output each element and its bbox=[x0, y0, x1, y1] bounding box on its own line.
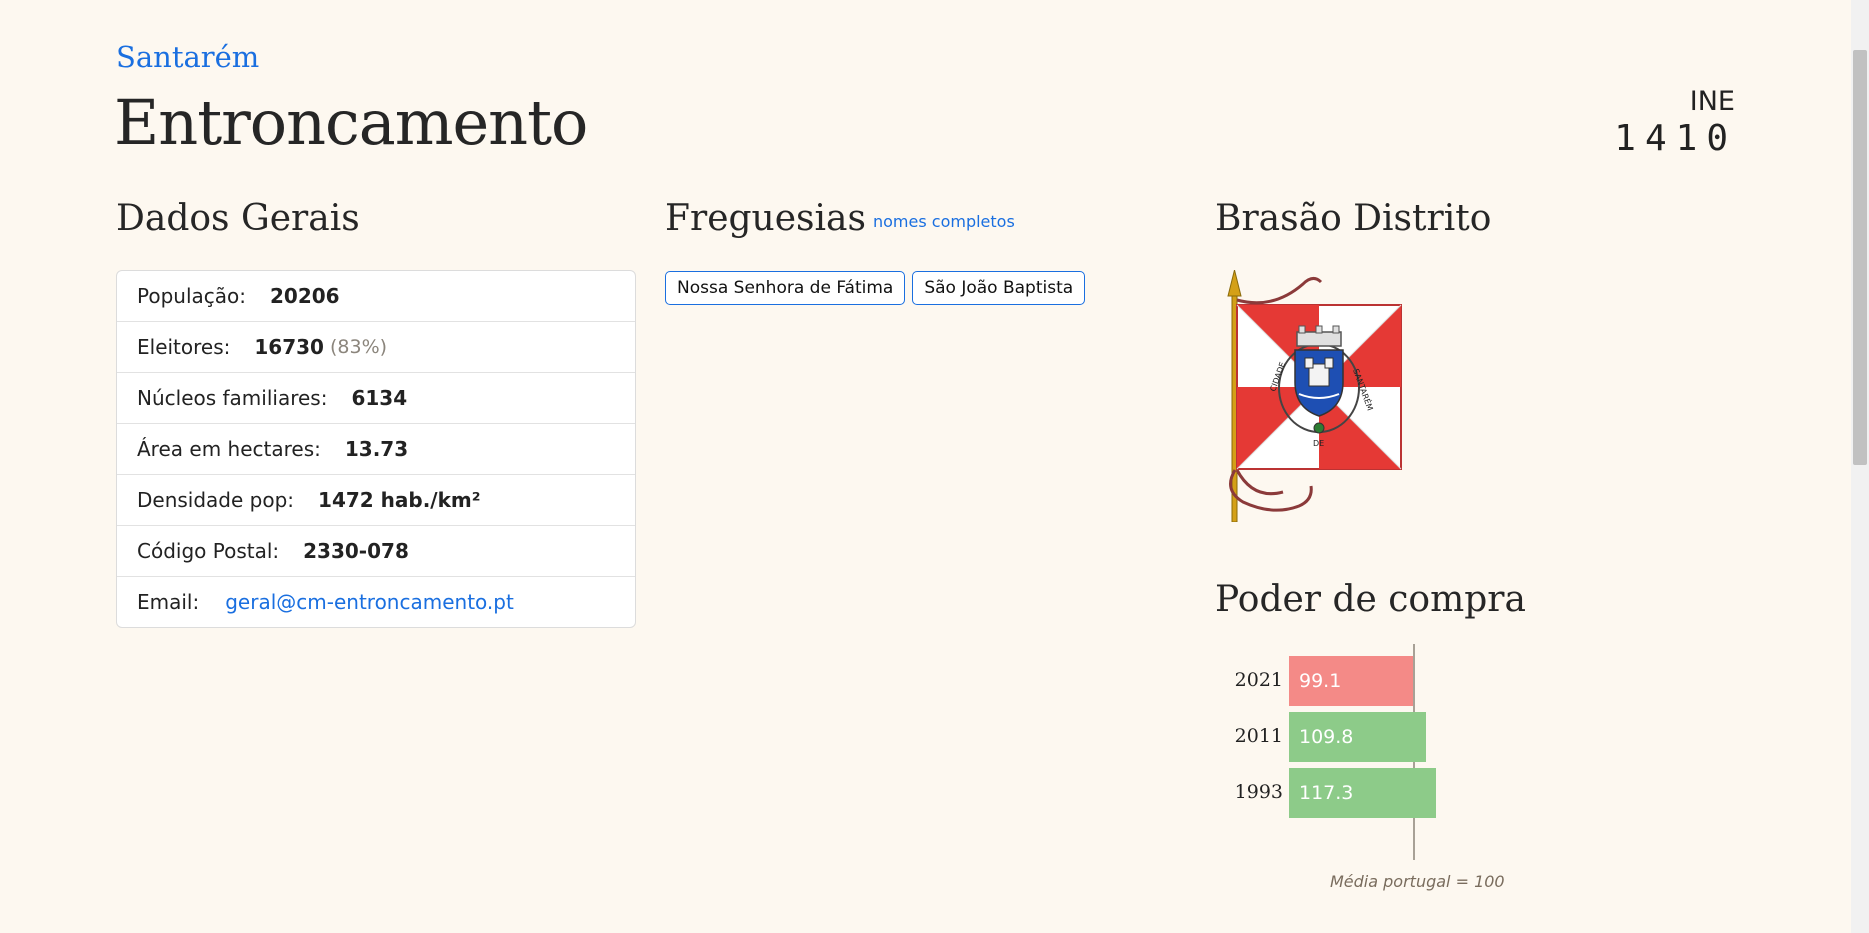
dados-gerais-card: População: 20206 Eleitores: 16730 (83%) … bbox=[116, 270, 636, 628]
year-label: 1993 bbox=[1234, 781, 1283, 803]
flag-motto-mid: DE bbox=[1313, 439, 1324, 448]
row-eleitores: Eleitores: 16730 (83%) bbox=[117, 322, 635, 373]
district-flag-image: CIDADE DE SANTARÉM bbox=[1213, 269, 1413, 523]
populacao-value: 20206 bbox=[270, 284, 340, 308]
bar-2021: 99.1 bbox=[1289, 656, 1413, 706]
ine-label: INE bbox=[1689, 86, 1735, 117]
parish-list: Nossa Senhora de Fátima São João Baptist… bbox=[665, 271, 1086, 305]
row-densidade: Densidade pop: 1472 hab./km² bbox=[117, 475, 635, 526]
populacao-label: População: bbox=[137, 284, 246, 308]
bar-2011: 109.8 bbox=[1289, 712, 1426, 762]
page-title: Entroncamento bbox=[114, 86, 588, 159]
brasao-title: Brasão Distrito bbox=[1215, 198, 1492, 239]
densidade-label: Densidade pop: bbox=[137, 488, 295, 512]
nucleos-label: Núcleos familiares: bbox=[137, 386, 328, 410]
dados-gerais-title: Dados Gerais bbox=[116, 198, 360, 239]
codigo-postal-value: 2330-078 bbox=[303, 539, 409, 563]
eleitores-percent: (83%) bbox=[329, 336, 388, 358]
freguesias-title: Freguesias bbox=[665, 198, 866, 239]
scrollbar-thumb[interactable] bbox=[1853, 50, 1867, 465]
eleitores-value: 16730 bbox=[254, 335, 324, 359]
row-email: Email: geral@cm-entroncamento.pt bbox=[117, 577, 635, 627]
poder-compra-chart: Média portugal = 100 2021 99.1 2011 109.8 19… bbox=[1215, 644, 1515, 898]
parish-chip[interactable]: São João Baptista bbox=[912, 271, 1086, 305]
full-names-toggle[interactable]: nomes completos bbox=[873, 212, 1015, 231]
row-populacao: População: 20206 bbox=[117, 271, 635, 322]
flag-svg: CIDADE DE SANTARÉM bbox=[1227, 269, 1402, 523]
eleitores-label: Eleitores: bbox=[137, 335, 231, 359]
email-link[interactable]: geral@cm-entroncamento.pt bbox=[225, 590, 514, 614]
year-label: 2021 bbox=[1234, 669, 1283, 691]
ine-code: 1410 bbox=[1614, 118, 1737, 159]
codigo-postal-label: Código Postal: bbox=[137, 539, 280, 563]
parish-chip[interactable]: Nossa Senhora de Fátima bbox=[665, 271, 906, 305]
row-nucleos: Núcleos familiares: 6134 bbox=[117, 373, 635, 424]
row-area: Área em hectares: 13.73 bbox=[117, 424, 635, 475]
row-codigo-postal: Código Postal: 2330-078 bbox=[117, 526, 635, 577]
nucleos-value: 6134 bbox=[351, 386, 408, 410]
district-name[interactable]: Santarém bbox=[116, 40, 259, 74]
poder-compra-title: Poder de compra bbox=[1215, 579, 1526, 620]
flag-spear-tip bbox=[1227, 269, 1242, 297]
email-label: Email: bbox=[137, 590, 200, 614]
year-label: 2011 bbox=[1234, 725, 1283, 747]
page-scrollbar[interactable] bbox=[1851, 0, 1869, 933]
chart-note: Média portugal = 100 bbox=[1330, 872, 1505, 891]
area-label: Área em hectares: bbox=[137, 437, 321, 461]
densidade-value: 1472 hab./km² bbox=[318, 488, 481, 512]
area-value: 13.73 bbox=[344, 437, 409, 461]
bar-1993: 117.3 bbox=[1289, 768, 1436, 818]
